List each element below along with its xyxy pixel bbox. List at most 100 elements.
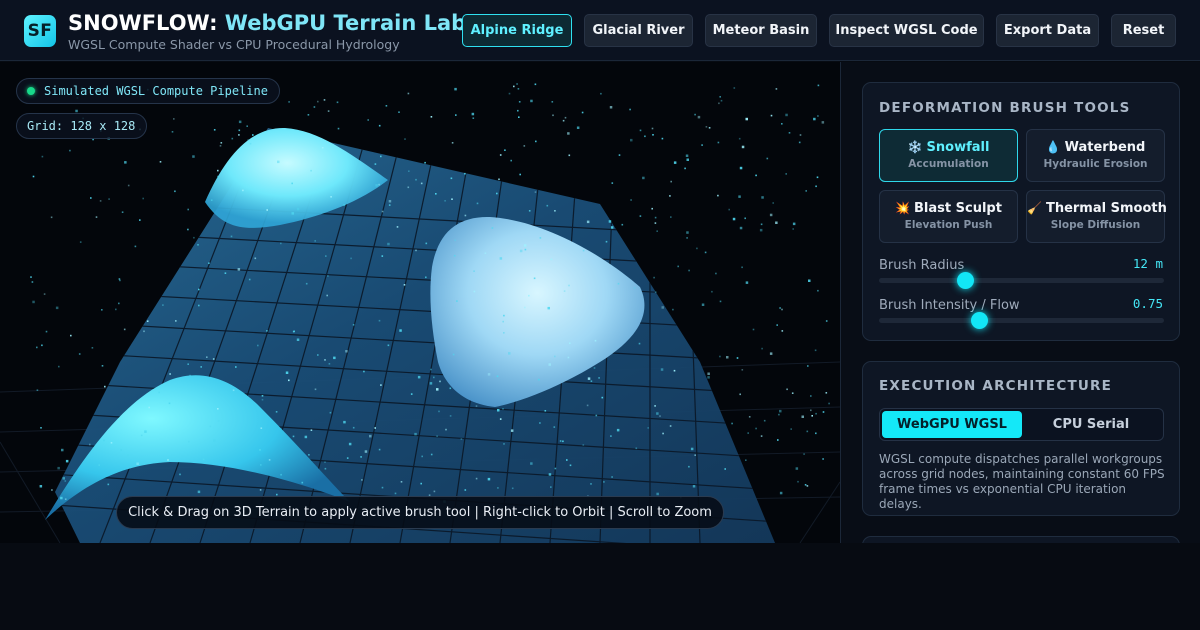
snow-particle [503,314,505,317]
snow-particle [438,410,440,413]
reset-button[interactable]: Reset [1111,14,1176,47]
snow-particle [374,163,377,165]
snow-particle [778,413,780,416]
snow-particle [688,269,690,272]
snow-particle [324,461,326,463]
brush-intensity-slider[interactable] [879,312,1164,329]
snow-particle [550,486,552,488]
snow-particle [217,408,219,410]
snow-particle [566,459,568,461]
snow-particle [380,384,382,386]
snow-particle [400,481,403,483]
snow-particle [815,412,817,415]
snow-particle [324,359,326,361]
snow-particle [673,369,676,372]
snow-particle [779,307,781,309]
snow-particle [381,210,384,213]
snow-particle [660,368,664,371]
snow-particle [535,140,537,143]
snow-particle [237,268,241,271]
tool-waterbend-name-row: 💧 Waterbend [1027,140,1164,155]
preset-meteor-basin-button[interactable]: Meteor Basin [705,14,817,47]
inspect-wgsl-code-button[interactable]: Inspect WGSL Code [829,14,984,47]
snow-particle [210,199,213,201]
snow-particle [745,281,749,284]
snow-particle [364,450,368,453]
tool-waterbend-label: Waterbend [1064,140,1146,155]
tool-snowfall-button[interactable]: ❄️ Snowfall Accumulation [879,129,1018,182]
snow-particle [630,138,633,142]
snow-particle [518,116,520,118]
snow-particle [690,447,694,451]
snow-particle [361,479,363,481]
snow-particle [107,483,110,486]
app-root: SF SNOWFLOW: WebGPU Terrain Lab WGSL Com… [0,0,1200,630]
brush-radius-slider-thumb[interactable] [956,272,974,289]
snow-particle [350,257,352,260]
snow-particle [618,154,621,156]
snow-particle [473,270,475,272]
snow-particle [103,439,105,442]
snow-particle [140,434,143,437]
snow-particle [327,110,330,112]
brush-intensity-slider-thumb[interactable] [970,312,988,329]
snow-particle [246,125,248,127]
snow-particle [45,330,48,333]
cpu-serial-option[interactable]: CPU Serial [1021,411,1161,438]
snow-particle [497,487,499,489]
snow-particle [805,190,807,192]
snow-particle [115,308,117,311]
snow-particle [169,373,171,375]
tool-blast-sculpt-name-row: 💥 Blast Sculpt [880,201,1017,216]
snow-particle [403,284,406,286]
snow-particle [772,202,774,204]
snow-particle [62,477,65,480]
snow-particle [605,240,608,243]
snow-particle [534,191,537,193]
snow-particle [786,388,788,391]
snow-particle [435,193,437,195]
snow-particle [701,144,703,146]
snow-particle [450,177,453,180]
terrain-viewport[interactable]: Simulated WGSL Compute Pipeline Grid: 12… [0,62,840,543]
preset-alpine-ridge-button[interactable]: Alpine Ridge [462,14,572,47]
snow-particle [429,382,433,385]
footer-area [0,543,1200,630]
app-logo: SF [24,15,56,47]
snow-particle [158,391,160,394]
snow-particle [388,204,391,206]
snow-particle [313,106,316,108]
tool-thermal-smooth-button[interactable]: 🧹 Thermal Smooth Slope Diffusion [1026,190,1167,243]
snow-particle [738,137,741,140]
brush-radius-slider[interactable] [879,272,1164,289]
snow-particle [562,119,565,122]
snow-particle [633,287,636,289]
snow-particle [475,405,478,407]
snow-particle [50,216,53,219]
snow-particle [249,142,252,145]
snow-particle [197,490,201,494]
snow-particle [617,282,620,285]
tool-waterbend-button[interactable]: 💧 Waterbend Hydraulic Erosion [1026,129,1165,182]
snow-particle [528,294,530,297]
snow-particle [193,236,195,239]
snow-particle [188,440,190,443]
tool-blast-sculpt-button[interactable]: 💥 Blast Sculpt Elevation Push [879,190,1018,243]
snow-particle [652,134,654,136]
preset-glacial-river-button[interactable]: Glacial River [584,14,693,47]
tool-snowfall-name-row: ❄️ Snowfall [880,140,1017,155]
snow-particle [162,304,164,306]
snow-particle [198,288,200,291]
snow-particle [254,257,257,260]
webgpu-wgsl-option[interactable]: WebGPU WGSL [882,411,1022,438]
snow-particle [799,134,802,136]
snow-particle [533,277,536,280]
snow-particle [187,363,189,365]
snow-particle [630,199,632,201]
snow-particle [268,459,271,461]
snow-particle [31,281,34,283]
snow-particle [380,155,382,158]
snow-particle [741,369,744,371]
snow-particle [510,159,512,162]
export-data-button[interactable]: Export Data [996,14,1099,47]
